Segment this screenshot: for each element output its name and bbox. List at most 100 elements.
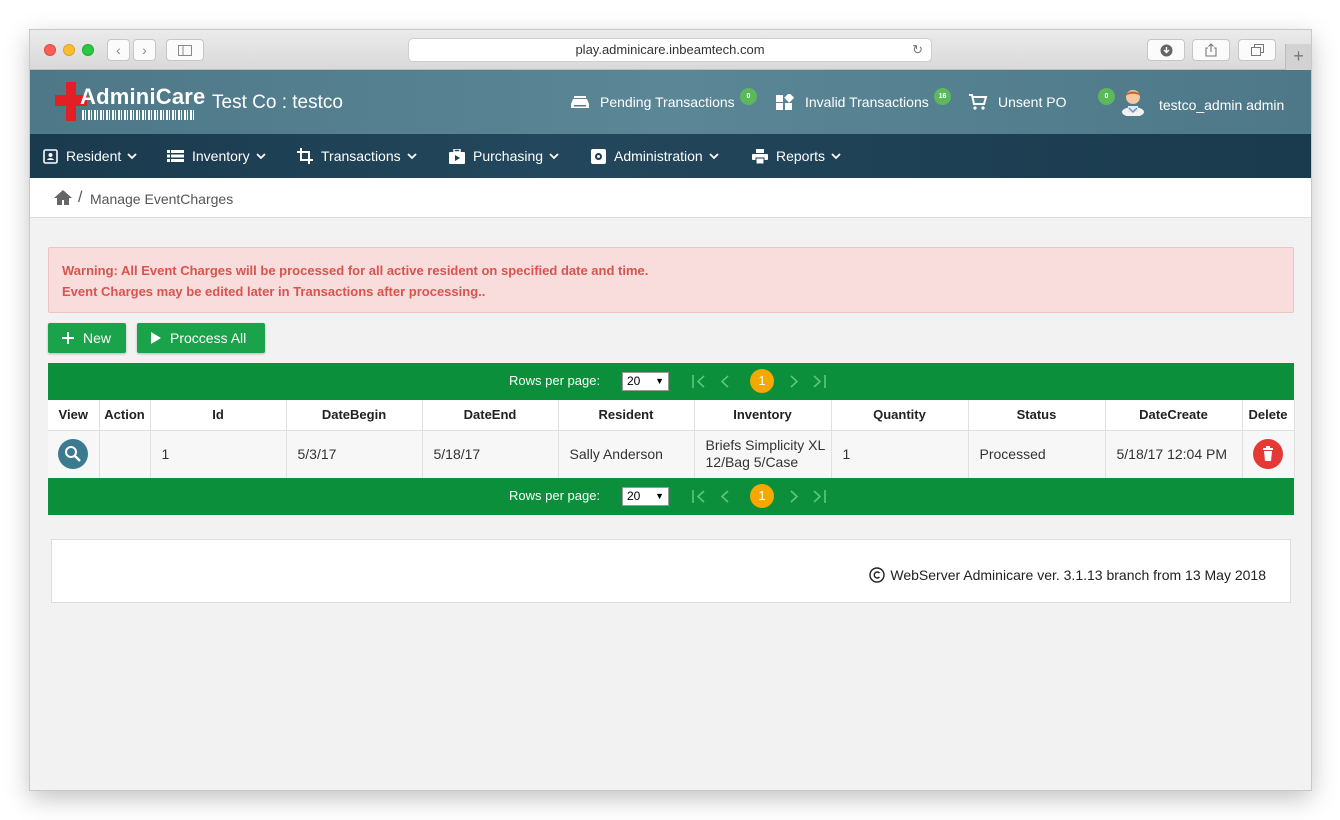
settings-icon bbox=[591, 148, 606, 164]
unsent-po-link[interactable]: Unsent PO 0 bbox=[968, 88, 1115, 110]
column-header-quantity[interactable]: Quantity bbox=[831, 400, 969, 431]
first-page-icon[interactable] bbox=[692, 490, 706, 503]
column-header-view[interactable]: View bbox=[48, 400, 100, 431]
column-header-id[interactable]: Id bbox=[150, 400, 287, 431]
column-header-status[interactable]: Status bbox=[968, 400, 1106, 431]
footer-copyright: WebServer Adminicare ver. 3.1.13 branch … bbox=[869, 567, 1266, 583]
top-pager: Rows per page: 20 ▼ 1 bbox=[48, 363, 1294, 400]
last-page-icon[interactable] bbox=[812, 490, 826, 503]
home-icon[interactable] bbox=[53, 189, 73, 206]
unsent-count-badge: 0 bbox=[1098, 88, 1115, 105]
browser-toolbar: ‹ › play.adminicare.inbeamtech.com ↻ + bbox=[30, 30, 1311, 70]
prev-page-icon[interactable] bbox=[720, 490, 730, 503]
briefcase-icon bbox=[449, 148, 465, 164]
process-all-button[interactable]: Proccess All bbox=[137, 323, 265, 353]
menu-inventory[interactable]: Inventory bbox=[167, 134, 266, 178]
rows-per-page-select[interactable]: 20 ▼ bbox=[622, 372, 669, 391]
close-window-button[interactable] bbox=[44, 44, 56, 56]
column-header-inventory[interactable]: Inventory bbox=[694, 400, 832, 431]
event-charges-table: View Action Id DateBegin DateEnd Residen… bbox=[48, 400, 1295, 478]
pending-transactions-label: Pending Transactions bbox=[600, 94, 735, 110]
breadcrumb: / Manage EventCharges bbox=[30, 178, 1311, 218]
adminicare-logo[interactable]: AdminiCare bbox=[54, 80, 205, 124]
last-page-icon[interactable] bbox=[812, 375, 826, 388]
crop-icon bbox=[297, 148, 313, 164]
widgets-icon bbox=[776, 94, 795, 110]
menu-administration[interactable]: Administration bbox=[591, 134, 719, 178]
minimize-window-button[interactable] bbox=[63, 44, 75, 56]
process-all-label: Proccess All bbox=[170, 330, 247, 346]
rows-per-page-label: Rows per page: bbox=[509, 373, 601, 388]
menu-inventory-label: Inventory bbox=[192, 148, 250, 164]
warning-line-1: Warning: All Event Charges will be proce… bbox=[62, 263, 649, 278]
chevron-down-icon bbox=[406, 152, 417, 159]
trash-icon bbox=[1263, 446, 1273, 462]
back-button[interactable]: ‹ bbox=[107, 39, 130, 61]
next-page-icon[interactable] bbox=[789, 375, 799, 388]
column-header-delete[interactable]: Delete bbox=[1242, 400, 1295, 431]
table-row: 1 5/3/17 5/18/17 Sally Anderson Briefs S… bbox=[48, 430, 1295, 478]
tabs-icon bbox=[1250, 44, 1264, 56]
next-page-icon[interactable] bbox=[789, 490, 799, 503]
browser-window: ‹ › play.adminicare.inbeamtech.com ↻ + A… bbox=[30, 30, 1311, 790]
warning-line-2: Event Charges may be edited later in Tra… bbox=[62, 284, 486, 299]
contact-card-icon bbox=[43, 148, 58, 164]
search-icon bbox=[65, 446, 82, 463]
first-page-icon[interactable] bbox=[692, 375, 706, 388]
view-cell bbox=[48, 430, 100, 478]
chevron-down-icon bbox=[709, 152, 719, 159]
forward-button[interactable]: › bbox=[133, 39, 156, 61]
main-menu: Resident Inventory Transactions Purchasi… bbox=[30, 134, 1311, 178]
footer-text: WebServer Adminicare ver. 3.1.13 branch … bbox=[890, 567, 1266, 583]
resident-cell: Sally Anderson bbox=[558, 430, 695, 478]
barcode-graphic bbox=[82, 110, 194, 120]
new-tab-button[interactable]: + bbox=[1285, 44, 1311, 70]
address-bar[interactable]: play.adminicare.inbeamtech.com ↻ bbox=[408, 38, 932, 62]
rows-per-page-value: 20 bbox=[627, 489, 641, 503]
downloads-button[interactable] bbox=[1147, 39, 1185, 61]
pending-transactions-link[interactable]: Pending Transactions 0 bbox=[570, 88, 757, 110]
chevron-down-icon bbox=[255, 152, 266, 159]
menu-purchasing[interactable]: Purchasing bbox=[449, 134, 559, 178]
logo-text: AdminiCare bbox=[80, 84, 206, 109]
tabs-button[interactable] bbox=[1238, 39, 1276, 61]
delete-cell bbox=[1242, 430, 1295, 478]
reload-icon[interactable]: ↻ bbox=[912, 39, 923, 61]
status-cell: Processed bbox=[968, 430, 1106, 478]
view-button[interactable] bbox=[58, 439, 89, 470]
invalid-transactions-link[interactable]: Invalid Transactions 16 bbox=[775, 88, 951, 110]
dateend-cell: 5/18/17 bbox=[422, 430, 559, 478]
prev-page-icon[interactable] bbox=[720, 375, 730, 388]
column-header-resident[interactable]: Resident bbox=[558, 400, 695, 431]
quantity-cell: 1 bbox=[831, 430, 969, 478]
menu-reports-label: Reports bbox=[776, 148, 826, 164]
menu-reports[interactable]: Reports bbox=[752, 134, 841, 178]
share-button[interactable] bbox=[1192, 39, 1230, 61]
invalid-transactions-label: Invalid Transactions bbox=[805, 94, 929, 110]
new-button-label: New bbox=[83, 330, 112, 346]
menu-administration-label: Administration bbox=[614, 148, 703, 164]
menu-resident[interactable]: Resident bbox=[43, 134, 137, 178]
menu-transactions[interactable]: Transactions bbox=[297, 134, 417, 178]
bottom-pager: Rows per page: 20 ▼ 1 bbox=[48, 478, 1294, 515]
column-header-datecreate[interactable]: DateCreate bbox=[1105, 400, 1243, 431]
current-page-button[interactable]: 1 bbox=[750, 369, 774, 393]
chevron-down-icon bbox=[127, 152, 137, 159]
user-name[interactable]: testco_admin admin bbox=[1159, 97, 1284, 113]
user-avatar-icon[interactable] bbox=[1120, 86, 1146, 116]
rows-per-page-select[interactable]: 20 ▼ bbox=[622, 487, 669, 506]
zoom-window-button[interactable] bbox=[82, 44, 94, 56]
inbox-icon bbox=[571, 96, 589, 108]
column-header-datebegin[interactable]: DateBegin bbox=[286, 400, 423, 431]
current-page-button[interactable]: 1 bbox=[750, 484, 774, 508]
delete-button[interactable] bbox=[1253, 439, 1283, 470]
sidebar-toggle-button[interactable] bbox=[166, 39, 204, 61]
datebegin-cell: 5/3/17 bbox=[286, 430, 423, 478]
list-icon bbox=[167, 150, 184, 162]
chevron-down-icon bbox=[549, 152, 559, 159]
plus-icon bbox=[62, 332, 74, 344]
inventory-cell: Briefs Simplicity XL 12/Bag 5/Case bbox=[694, 430, 832, 478]
column-header-action[interactable]: Action bbox=[99, 400, 151, 431]
new-button[interactable]: New bbox=[48, 323, 126, 353]
column-header-dateend[interactable]: DateEnd bbox=[422, 400, 559, 431]
